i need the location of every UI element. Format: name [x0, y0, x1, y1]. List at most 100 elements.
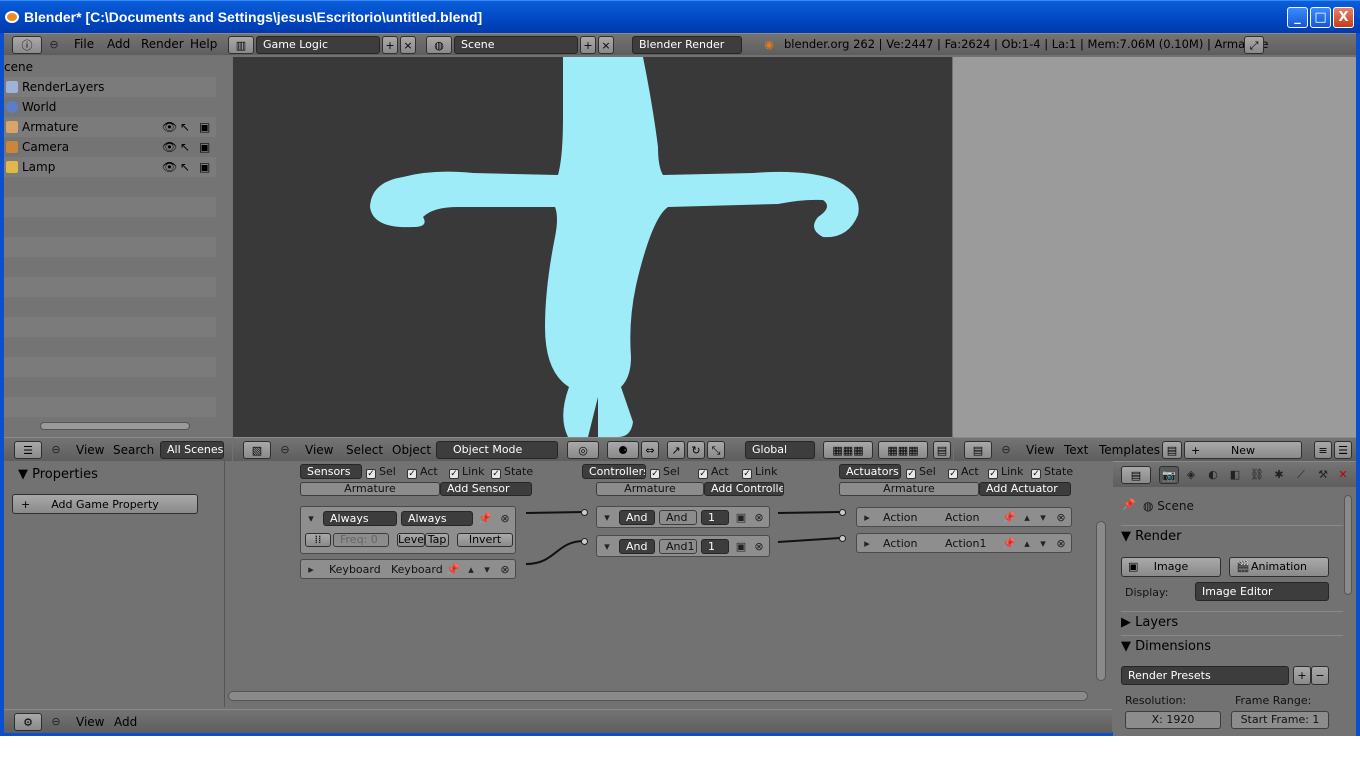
outliner-item-camera[interactable]: Camera 👁 ↖ ▣: [4, 137, 216, 157]
logic-editor[interactable]: Sensors ✓ Sel ✓ Act ✓ Link ✓ State Armature …: [226, 461, 1110, 707]
dimensions-panel-header[interactable]: ▼ Dimensions: [1121, 635, 1343, 657]
collapse-icon[interactable]: ⊖: [48, 714, 64, 730]
editor-type-icon[interactable]: ⚙: [14, 713, 42, 731]
resolution-x-field[interactable]: X: 1920: [1125, 711, 1221, 729]
actuators-filter-link[interactable]: ✓ Link: [988, 465, 1024, 479]
word-wrap-icon[interactable]: ☰: [1334, 441, 1352, 459]
editor-type-icon[interactable]: ⓘ: [12, 36, 42, 54]
bone-tab-icon[interactable]: ⟋: [1293, 467, 1309, 483]
text-menu-view[interactable]: View: [1026, 440, 1054, 460]
expand-arrow-icon[interactable]: ▸: [859, 536, 875, 552]
rotate-icon[interactable]: ↻: [687, 441, 705, 459]
move-up-icon[interactable]: ▴: [463, 562, 479, 578]
menu-add[interactable]: Add: [107, 34, 130, 54]
image-editor[interactable]: [953, 57, 1356, 437]
outliner-scrollbar[interactable]: [40, 422, 190, 430]
controller-type-select[interactable]: And: [619, 510, 655, 525]
select-arrow-icon[interactable]: ↖: [180, 137, 190, 157]
layers-grid-icon[interactable]: ▦▦▦: [823, 441, 873, 459]
add-screen-button[interactable]: +: [382, 36, 398, 54]
screen-layout-field[interactable]: Game Logic: [256, 36, 380, 54]
draw-type-icon[interactable]: ◎: [567, 441, 599, 459]
editor-type-icon[interactable]: ▧: [243, 441, 271, 459]
preference-icon[interactable]: ▣: [733, 510, 749, 526]
pulse-mode-icon[interactable]: ⁞⁞: [305, 533, 331, 547]
line-numbers-icon[interactable]: ≡: [1314, 441, 1332, 459]
move-down-icon[interactable]: ▾: [479, 562, 495, 578]
sensor-type-select[interactable]: Always: [323, 511, 397, 526]
pin-icon[interactable]: 📌: [445, 562, 461, 578]
actuators-filter-sel[interactable]: ✓ Sel: [906, 465, 936, 479]
tap-toggle[interactable]: Tap: [425, 533, 449, 547]
controller-brick-and1[interactable]: ▾ And And1 1 ▣ ⊗: [596, 535, 770, 557]
add-preset-button[interactable]: +: [1293, 666, 1311, 685]
delete-icon[interactable]: ⊗: [497, 511, 513, 527]
actuator-brick-action[interactable]: ▸ Action Action 📌 ▴ ▾ ⊗: [856, 507, 1072, 527]
collapse-icon[interactable]: ⊖: [998, 442, 1014, 458]
level-toggle[interactable]: Level: [397, 533, 425, 547]
text-browse-icon[interactable]: ▤: [1162, 441, 1182, 459]
render-layers-tab-icon[interactable]: ◈: [1183, 467, 1199, 483]
actuators-filter-state[interactable]: ✓ State: [1031, 465, 1073, 479]
text-menu-templates[interactable]: Templates: [1099, 440, 1160, 460]
controllers-filter-link[interactable]: ✓ Link: [742, 465, 778, 479]
sensors-filter-state[interactable]: ✓ State: [491, 465, 533, 479]
expand-arrow-icon[interactable]: ▾: [599, 510, 615, 526]
delete-icon[interactable]: ⊗: [751, 510, 767, 526]
maximize-button[interactable]: □: [1310, 7, 1331, 28]
move-up-icon[interactable]: ▴: [1019, 510, 1035, 526]
outliner[interactable]: cene RenderLayers World Armature 👁 ↖ ▣ C…: [4, 57, 232, 437]
window-titlebar[interactable]: Blender* [C:\Documents and Settings\jesu…: [0, 0, 1360, 34]
properties-scrollbar[interactable]: [1344, 495, 1352, 595]
armature-tab-icon[interactable]: ✱: [1271, 467, 1287, 483]
collapse-icon[interactable]: ⊖: [48, 442, 64, 458]
add-actuator-select[interactable]: Add Actuator: [979, 482, 1071, 496]
visibility-eye-icon[interactable]: 👁: [162, 157, 177, 177]
remove-scene-button[interactable]: ×: [598, 36, 614, 54]
manipulator-icon[interactable]: ⇔: [641, 441, 659, 459]
orientation-select[interactable]: Global: [745, 441, 815, 459]
sensor-brick-keyboard[interactable]: ▸ Keyboard Keyboard 📌 ▴ ▾ ⊗: [300, 559, 516, 579]
pivot-icon[interactable]: ⚈: [607, 441, 639, 459]
render-presets-select[interactable]: Render Presets: [1121, 666, 1289, 685]
remove-screen-button[interactable]: ×: [400, 36, 416, 54]
link-socket[interactable]: [839, 535, 846, 542]
outliner-filter-select[interactable]: All Scenes: [160, 441, 224, 459]
logic-vertical-scrollbar[interactable]: [1096, 521, 1106, 681]
viewport-menu-view[interactable]: View: [305, 440, 333, 460]
viewport-menu-select[interactable]: Select: [346, 440, 383, 460]
add-sensor-select[interactable]: Add Sensor: [440, 482, 532, 496]
render-animation-button[interactable]: 🎬 Animation: [1229, 557, 1329, 577]
layers-grid-icon[interactable]: ▦▦▦: [878, 441, 928, 459]
sensors-filter-sel[interactable]: ✓ Sel: [366, 465, 396, 479]
expand-arrow-icon[interactable]: ▾: [599, 539, 615, 555]
logic-menu-view[interactable]: View: [76, 712, 104, 732]
move-down-icon[interactable]: ▾: [1035, 536, 1051, 552]
logic-horizontal-scrollbar[interactable]: [228, 691, 1088, 701]
sensor-brick-always[interactable]: ▾ Always Always 📌 ⊗ ⁞⁞ Freq: 0 Level Tap…: [300, 506, 516, 554]
pin-icon[interactable]: 📌: [1121, 497, 1137, 513]
delete-icon[interactable]: ⊗: [497, 562, 513, 578]
actuator-brick-action1[interactable]: ▸ Action Action1 📌 ▴ ▾ ⊗: [856, 533, 1072, 553]
sensors-filter-act[interactable]: ✓ Act: [407, 465, 438, 479]
visibility-eye-icon[interactable]: 👁: [162, 117, 177, 137]
move-up-icon[interactable]: ▴: [1019, 536, 1035, 552]
translate-icon[interactable]: ↗: [667, 441, 685, 459]
editor-type-icon[interactable]: ▤: [964, 441, 992, 459]
outliner-menu-search[interactable]: Search: [113, 440, 154, 460]
controller-type-select[interactable]: And: [619, 539, 655, 554]
render-camera-icon[interactable]: ▣: [199, 157, 210, 177]
outliner-item-lamp[interactable]: Lamp 👁 ↖ ▣: [4, 157, 216, 177]
mode-select[interactable]: Object Mode: [436, 441, 558, 459]
menu-file[interactable]: File: [74, 34, 94, 54]
controller-state-select[interactable]: 1: [701, 510, 729, 525]
remove-preset-button[interactable]: −: [1311, 666, 1329, 685]
constraints-tab-icon[interactable]: ⛓: [1249, 467, 1265, 483]
pin-icon[interactable]: 📌: [1001, 510, 1017, 526]
collapse-icon[interactable]: ⊖: [277, 442, 293, 458]
physics-tab-icon[interactable]: ✕: [1335, 467, 1351, 483]
modifier-tab-icon[interactable]: ⚒: [1315, 467, 1331, 483]
sensors-dropdown[interactable]: Sensors: [300, 464, 362, 479]
preference-icon[interactable]: ▣: [733, 539, 749, 555]
controller-brick-and[interactable]: ▾ And And 1 ▣ ⊗: [596, 506, 770, 528]
